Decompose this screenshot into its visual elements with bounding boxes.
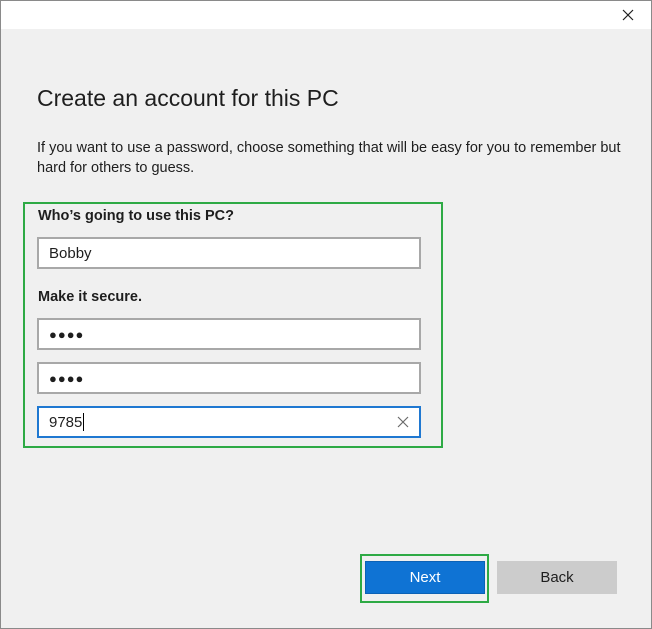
- page-title: Create an account for this PC: [37, 85, 339, 111]
- close-button[interactable]: [605, 1, 651, 29]
- text-caret: [83, 413, 85, 431]
- password-confirm-input[interactable]: ●●●●: [37, 362, 421, 394]
- title-bar: [1, 1, 651, 29]
- close-icon: [622, 9, 634, 21]
- user-label: Who’s going to use this PC?: [38, 208, 235, 224]
- password-input[interactable]: ●●●●: [37, 318, 421, 350]
- username-input[interactable]: Bobby: [37, 237, 421, 269]
- account-setup-window: Create an account for this PC If you wan…: [0, 0, 652, 629]
- back-button[interactable]: Back: [497, 561, 617, 594]
- username-value: Bobby: [49, 244, 92, 262]
- next-button[interactable]: Next: [365, 561, 485, 594]
- page-description: If you want to use a password, choose so…: [37, 140, 621, 176]
- security-hint-value: 9785: [49, 413, 83, 431]
- clear-x-icon[interactable]: [395, 414, 411, 430]
- password-value: ●●●●: [49, 326, 85, 342]
- secure-label: Make it secure.: [38, 289, 142, 305]
- security-hint-input[interactable]: 9785: [37, 406, 421, 438]
- password-confirm-value: ●●●●: [49, 370, 85, 386]
